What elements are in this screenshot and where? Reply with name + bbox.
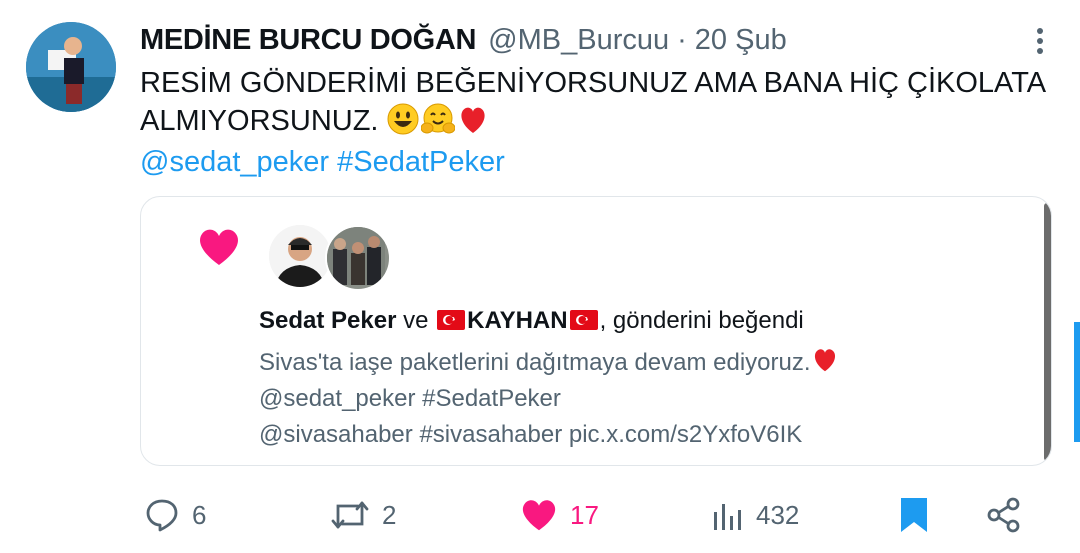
quoted-line-1-text: Sivas'ta iaşe paketlerini dağıtmaya deva… — [259, 349, 811, 376]
author-name[interactable]: MEDİNE BURCU DOĞAN — [140, 24, 476, 57]
retweet-button[interactable]: 2 — [330, 495, 396, 535]
author-avatar[interactable] — [26, 22, 116, 112]
views-count: 432 — [756, 499, 800, 530]
tweet-text-line-1: RESİM GÖNDERİMİ BEĞENİYORSUNUZ AMA BANA … — [140, 67, 1047, 99]
share-button[interactable] — [986, 495, 1022, 535]
liker-name-1: Sedat Peker — [259, 307, 397, 334]
quoted-tweet-text: Sivas'ta iaşe paketlerini dağıtmaya deva… — [259, 345, 841, 453]
tweet-text-line-2-text: ALMIYORSUNUZ. — [140, 105, 379, 137]
views-button[interactable]: 432 — [710, 495, 799, 535]
smiley-emoji-icon — [387, 103, 419, 135]
heart-icon — [200, 229, 238, 265]
tweet-text-line-2: ALMIYORSUNUZ. — [140, 102, 1055, 140]
tweet-text: RESİM GÖNDERİMİ BEĞENİYORSUNUZ AMA BANA … — [140, 64, 1055, 140]
red-heart-emoji-icon — [460, 107, 485, 133]
tweet-date[interactable]: 20 Şub — [695, 24, 787, 57]
mention-link[interactable]: @sedat_peker — [140, 146, 329, 178]
quoted-line-3: @sivasahaber #sivasahaber pic.x.com/s2Yx… — [259, 421, 803, 448]
liker-name-2: KAYHAN — [467, 307, 568, 334]
quoted-line-1: Sivas'ta iaşe paketlerini dağıtmaya deva… — [259, 345, 841, 381]
quoted-line-2: @sedat_peker #SedatPeker — [259, 385, 561, 412]
card-edge-shadow — [1044, 203, 1051, 461]
turkish-flag-icon — [569, 310, 598, 330]
bookmark-button[interactable] — [898, 495, 930, 535]
liked-notification-text: Sedat Peker ve KAYHAN , gönderini beğend… — [259, 305, 804, 337]
liker-avatar-1 — [269, 225, 331, 287]
liker-avatar-2 — [325, 225, 391, 291]
like-count: 17 — [570, 499, 599, 530]
reply-icon — [146, 499, 178, 532]
liked-suffix-text: , gönderini beğendi — [599, 307, 804, 334]
red-heart-emoji-icon — [814, 349, 835, 372]
bookmark-filled-icon — [901, 498, 927, 532]
author-handle[interactable]: @MB_Burcuu — [488, 24, 669, 57]
share-icon — [987, 497, 1020, 533]
heart-filled-icon — [522, 500, 556, 531]
more-options-icon[interactable] — [1036, 27, 1044, 55]
separator-dot: · — [677, 23, 687, 56]
turkish-flag-icon — [437, 310, 466, 330]
tweet-links: @sedat_peker #SedatPeker — [140, 146, 505, 178]
retweet-icon — [331, 501, 369, 529]
views-chart-icon — [714, 504, 741, 530]
tweet-action-bar: 6 2 17 432 — [140, 495, 1040, 535]
hugging-emoji-icon — [420, 103, 455, 134]
connector-text: ve — [403, 307, 429, 334]
embedded-image-card[interactable]: Sedat Peker ve KAYHAN , gönderini beğend… — [140, 196, 1052, 466]
retweet-count: 2 — [382, 499, 397, 530]
like-button[interactable]: 17 — [520, 495, 599, 535]
reply-count: 6 — [192, 499, 207, 530]
hashtag-link[interactable]: #SedatPeker — [337, 146, 505, 178]
scrollbar-thumb[interactable] — [1074, 322, 1080, 442]
tweet-header: MEDİNE BURCU DOĞAN @MB_Burcuu · 20 Şub — [140, 22, 787, 58]
reply-button[interactable]: 6 — [144, 495, 206, 535]
